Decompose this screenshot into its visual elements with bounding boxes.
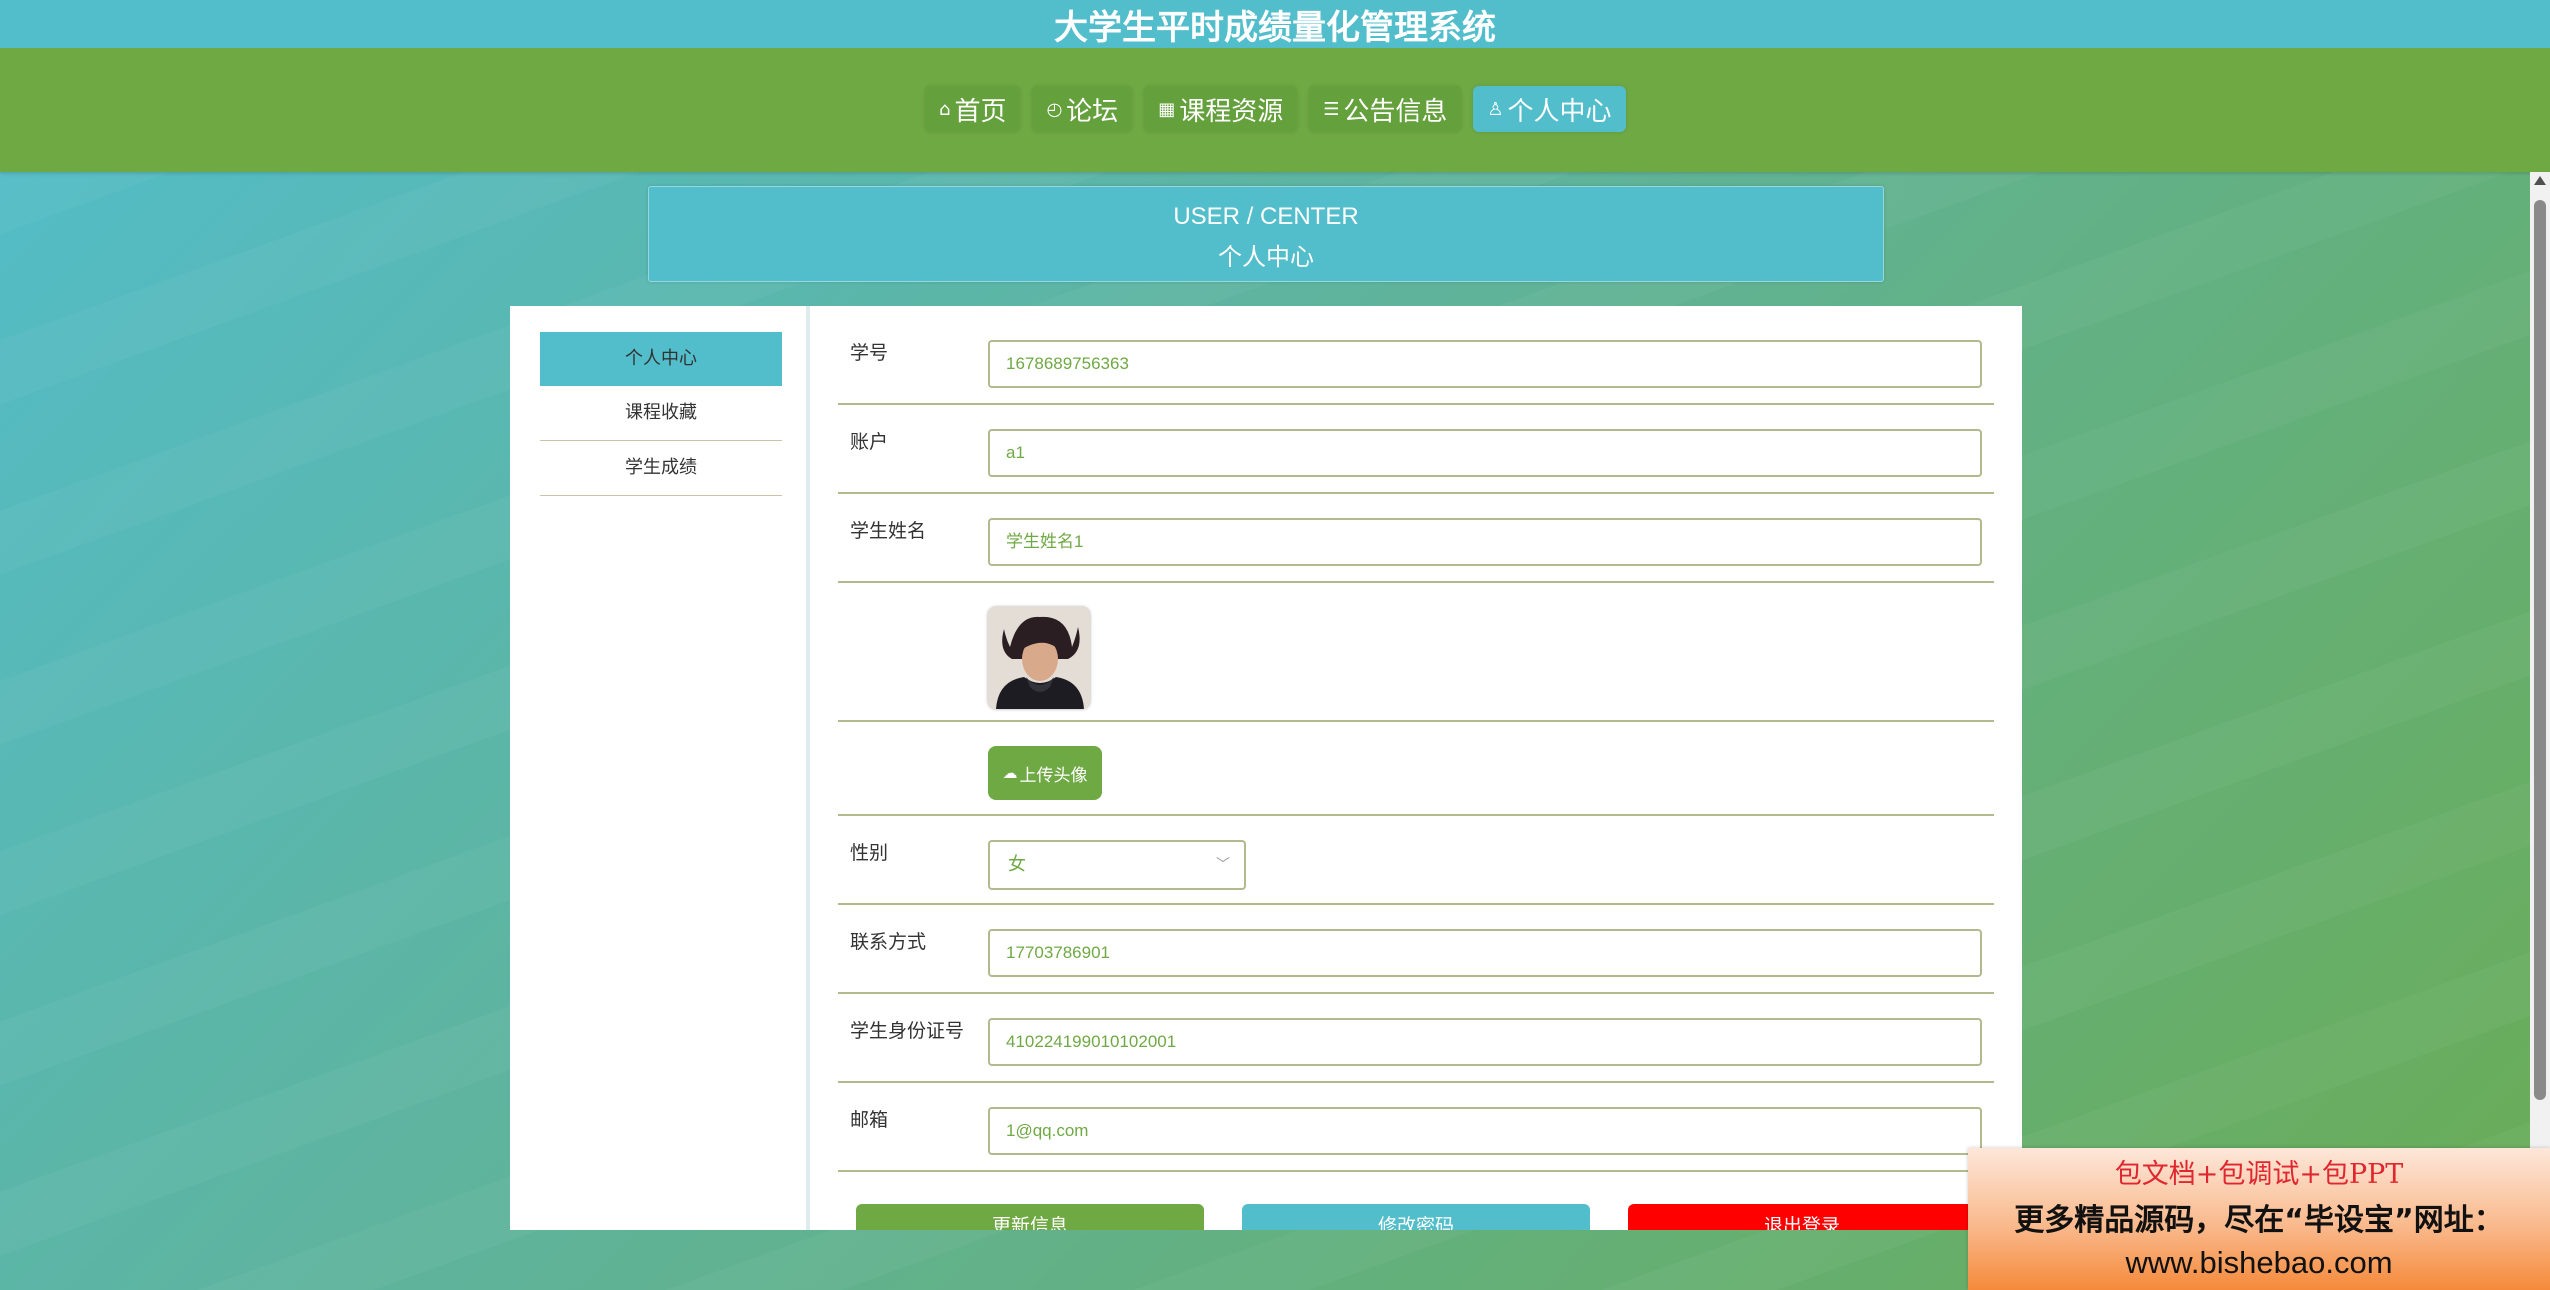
form-row-student-id: 学号 1678689756363 <box>838 316 1994 405</box>
scroll-thumb[interactable] <box>2534 200 2546 1100</box>
phone-input[interactable]: 17703786901 <box>988 929 1982 977</box>
form-row-email: 邮箱 1@qq.com <box>838 1083 1994 1172</box>
form-row-account: 账户 a1 <box>838 405 1994 494</box>
account-label: 账户 <box>850 431 889 453</box>
sidebar-item-personal-center[interactable]: 个人中心 <box>540 332 782 386</box>
watermark-ad-banner: 包文档+包调试+包PPT 更多精品源码，尽在“毕设宝”网址： www.bishe… <box>1968 1148 2550 1290</box>
nav-item-label: 公告信息 <box>1343 96 1448 127</box>
email-label: 邮箱 <box>850 1109 889 1131</box>
avatar <box>988 607 1090 709</box>
logout-button[interactable]: 退出登录 <box>1628 1204 1976 1230</box>
form-row-phone: 联系方式 17703786901 <box>838 905 1994 994</box>
nav-item-label: 首页 <box>954 96 1007 127</box>
upload-avatar-button[interactable]: ☁ 上传头像 <box>988 746 1102 800</box>
top-bar: 大学生平时成绩量化管理系统 <box>0 0 2550 48</box>
student-name-label: 学生姓名 <box>850 520 927 542</box>
page-header-zh: 个人中心 <box>1218 243 1314 271</box>
ad-line-3: www.bishebao.com <box>2125 1245 2393 1280</box>
email-input[interactable]: 1@qq.com <box>988 1107 1982 1155</box>
nav-item-label: 课程资源 <box>1179 96 1284 127</box>
form-row-avatar <box>838 583 1994 722</box>
student-id-input[interactable]: 1678689756363 <box>988 340 1982 388</box>
student-name-input[interactable]: 学生姓名1 <box>988 518 1982 566</box>
table-icon: ▦ <box>1158 98 1176 120</box>
nav-item-course-resources[interactable]: ▦ 课程资源 <box>1144 86 1298 132</box>
nav-item-home[interactable]: ⌂ 首页 <box>925 86 1021 132</box>
sidebar-item-student-grades[interactable]: 学生成绩 <box>540 441 782 496</box>
nav-items: ⌂ 首页 ◴ 论坛 ▦ 课程资源 ☰ 公告信息 ♙ 个人中心 <box>925 86 1626 132</box>
nav-item-personal-center[interactable]: ♙ 个人中心 <box>1473 86 1626 132</box>
phone-label: 联系方式 <box>850 931 927 953</box>
home-icon: ⌂ <box>939 98 951 120</box>
page-scrollbar[interactable] <box>2530 172 2550 1290</box>
account-input[interactable]: a1 <box>988 429 1982 477</box>
sidebar-item-course-favorites[interactable]: 课程收藏 <box>540 386 782 441</box>
cloud-upload-icon: ☁ <box>1002 764 1018 782</box>
user-icon: ♙ <box>1487 98 1504 120</box>
avatar-image <box>988 607 1090 709</box>
profile-form: 学号 1678689756363 账户 a1 学生姓名 学生姓名1 ☁ 上传头像… <box>838 316 1994 1172</box>
upload-avatar-label: 上传头像 <box>1019 765 1088 786</box>
student-id-label: 学号 <box>850 342 889 364</box>
id-card-label: 学生身份证号 <box>850 1020 965 1042</box>
ad-line-1: 包文档+包调试+包PPT <box>2114 1159 2404 1190</box>
gender-select[interactable]: 女 ﹀ <box>988 840 1246 890</box>
clock-icon: ◴ <box>1046 98 1063 120</box>
form-row-upload: ☁ 上传头像 <box>838 722 1994 816</box>
form-row-student-name: 学生姓名 学生姓名1 <box>838 494 1994 583</box>
action-buttons: 更新信息 修改密码 退出登录 <box>856 1204 2022 1230</box>
chevron-down-icon: ﹀ <box>1216 857 1230 873</box>
main-panel: 个人中心 课程收藏 学生成绩 学号 1678689756363 账户 a1 学生… <box>510 306 2022 1230</box>
layers-icon: ☰ <box>1323 98 1340 120</box>
ad-line-2: 更多精品源码，尽在“毕设宝”网址： <box>2014 1203 2504 1238</box>
nav-item-label: 个人中心 <box>1507 96 1612 127</box>
page-header: USER / CENTER 个人中心 <box>648 186 1884 282</box>
sidebar: 个人中心 课程收藏 学生成绩 <box>540 332 782 496</box>
nav-item-announcements[interactable]: ☰ 公告信息 <box>1309 86 1462 132</box>
vertical-divider <box>806 306 810 1230</box>
nav-bar: ⌂ 首页 ◴ 论坛 ▦ 课程资源 ☰ 公告信息 ♙ 个人中心 <box>0 48 2550 172</box>
gender-selected-value: 女 <box>1008 854 1026 875</box>
nav-item-forum[interactable]: ◴ 论坛 <box>1032 86 1133 132</box>
form-row-gender: 性别 女 ﹀ <box>838 816 1994 905</box>
change-password-button[interactable]: 修改密码 <box>1242 1204 1590 1230</box>
form-row-id-card: 学生身份证号 410224199010102001 <box>838 994 1994 1083</box>
update-info-button[interactable]: 更新信息 <box>856 1204 1204 1230</box>
id-card-input[interactable]: 410224199010102001 <box>988 1018 1982 1066</box>
page-header-en: USER / CENTER <box>1173 203 1359 230</box>
nav-item-label: 论坛 <box>1066 96 1119 127</box>
scroll-up-arrow-icon[interactable] <box>2534 176 2546 185</box>
app-title: 大学生平时成绩量化管理系统 <box>1054 7 1496 48</box>
gender-label: 性别 <box>850 842 889 864</box>
